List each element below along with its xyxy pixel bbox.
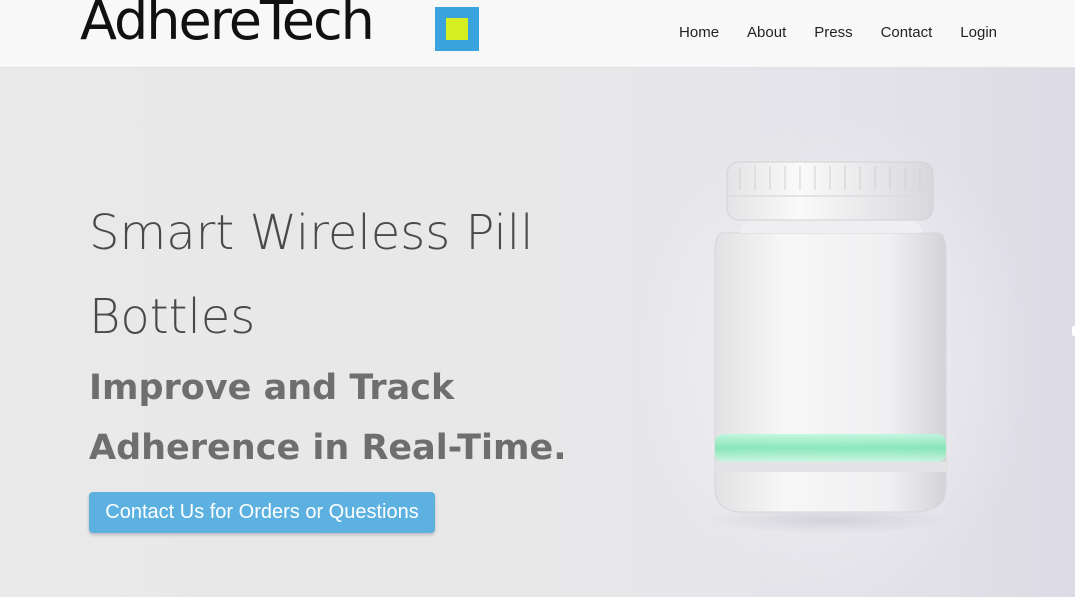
hero-title: Smart Wireless Pill Bottles (89, 205, 534, 345)
square-logo-icon[interactable] (435, 7, 479, 51)
nav-contact-link[interactable]: Contact (881, 24, 933, 41)
nav-press-link[interactable]: Press (814, 24, 852, 41)
site-header: AdhereTech Home About Press Contact Logi… (0, 0, 1075, 68)
logo-wordmark[interactable]: AdhereTech (80, 0, 375, 48)
contact-orders-button[interactable]: Contact Us for Orders or Questions (89, 492, 435, 533)
nav-login-link[interactable]: Login (960, 24, 997, 41)
logo-inner-square (446, 18, 468, 40)
bottle-base-band (715, 462, 946, 472)
nav-about-link[interactable]: About (747, 24, 786, 41)
bottle-led-band (715, 434, 946, 462)
hero-section: Smart Wireless Pill Bottles Improve and … (0, 68, 1075, 597)
hero-subtitle: Improve and Track Adherence in Real-Time… (89, 368, 567, 468)
nav-home-link[interactable]: Home (679, 24, 719, 41)
pill-bottle-image (705, 161, 955, 534)
main-nav: Home About Press Contact Login (679, 0, 997, 64)
